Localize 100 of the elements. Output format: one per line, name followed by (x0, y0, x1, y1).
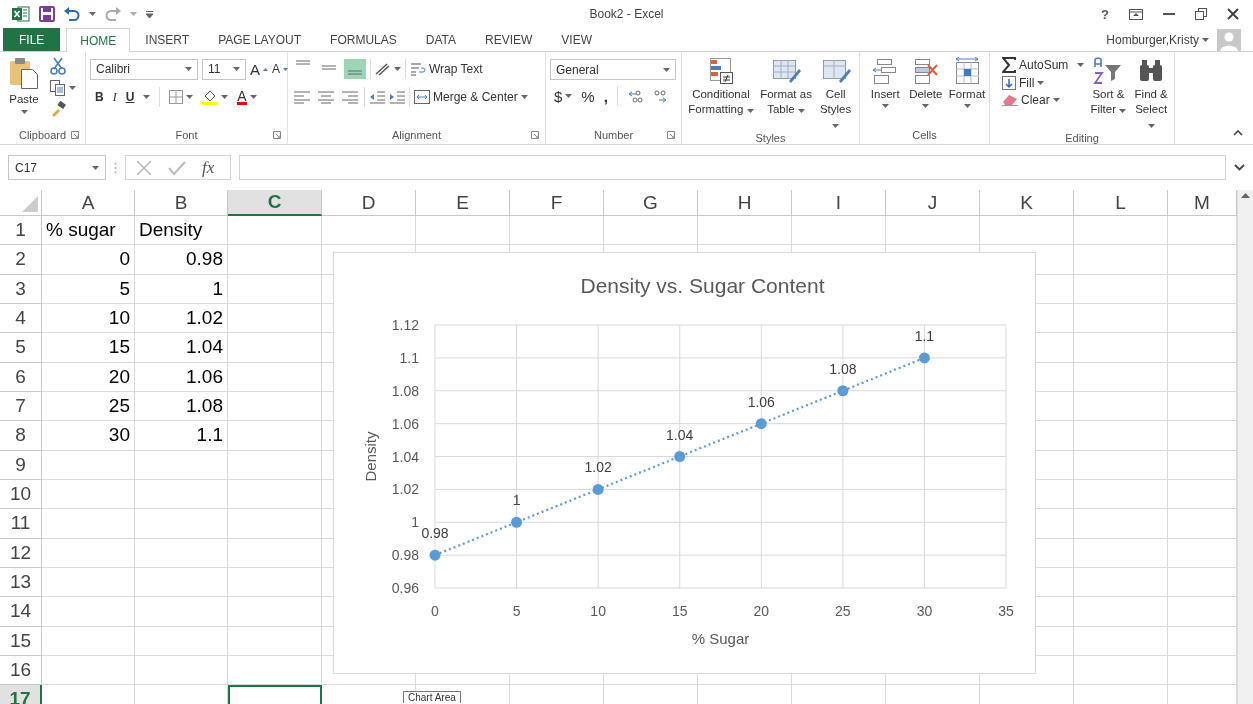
vertical-scrollbar[interactable] (1237, 190, 1253, 704)
close-icon[interactable] (1227, 8, 1239, 20)
collapse-ribbon-icon[interactable] (1233, 130, 1243, 136)
insert-button[interactable]: Insert (868, 57, 903, 126)
format-as-table-button[interactable]: Format as Table (759, 57, 813, 132)
fill-color-button[interactable] (202, 89, 229, 105)
account-button[interactable]: Homburger,Kristy (1106, 32, 1209, 47)
restore-icon[interactable] (1195, 8, 1207, 20)
check-icon[interactable] (168, 160, 186, 175)
cut-icon[interactable] (50, 57, 66, 75)
row-header[interactable]: 12 (0, 538, 42, 568)
data-point[interactable] (918, 352, 930, 364)
number-format-field[interactable]: General (550, 59, 676, 80)
find-select-button[interactable]: Find & Select (1132, 57, 1170, 132)
row-header[interactable]: 10 (0, 479, 42, 510)
column-header[interactable]: G (604, 190, 698, 216)
data-point[interactable] (837, 385, 849, 397)
column-header[interactable]: E (416, 190, 510, 216)
sort-filter-button[interactable]: Sort & Filter (1090, 57, 1127, 132)
row-header[interactable]: 4 (0, 304, 42, 334)
delete-button[interactable]: Delete (908, 57, 943, 126)
ribbon-tab[interactable]: HOME (66, 28, 131, 52)
expand-formula-bar-icon[interactable] (1234, 164, 1245, 171)
grow-font-button[interactable]: A (250, 60, 268, 78)
wrap-text-button[interactable]: Wrap Text (410, 62, 483, 76)
ribbon-tab[interactable]: FORMULAS (316, 28, 411, 51)
column-header[interactable]: B (135, 190, 228, 216)
column-header[interactable]: C (228, 190, 322, 216)
column-header[interactable]: K (980, 190, 1074, 216)
row-header[interactable]: 9 (0, 450, 42, 480)
autosum-button[interactable]: AutoSum (1002, 57, 1085, 73)
merge-center-button[interactable]: Merge & Center (414, 90, 528, 104)
borders-button[interactable] (169, 90, 194, 104)
row-header[interactable]: 5 (0, 333, 42, 363)
format-button[interactable]: Format (949, 57, 985, 126)
column-header[interactable]: H (698, 190, 792, 216)
column-header[interactable]: J (886, 190, 980, 216)
row-header[interactable]: 11 (0, 509, 42, 539)
ribbon-display-options-icon[interactable] (1129, 8, 1143, 20)
percent-button[interactable]: % (581, 87, 595, 105)
ribbon-tab[interactable]: INSERT (131, 28, 204, 51)
row-header[interactable]: 14 (0, 597, 42, 627)
bottom-align-icon[interactable] (344, 59, 366, 79)
column-header[interactable]: F (510, 190, 604, 216)
dialog-launcher-icon[interactable] (531, 131, 539, 139)
ribbon-tab[interactable]: REVIEW (471, 28, 547, 51)
paste-button[interactable]: Paste (4, 57, 44, 126)
row-header[interactable]: 7 (0, 391, 42, 422)
row-header[interactable]: 16 (0, 655, 42, 686)
data-point[interactable] (511, 516, 523, 528)
chart-area[interactable]: Density vs. Sugar Content 0.96 0.98 1 1.02 1.04 1.06 1.08 1.1 1.12 0 5 10 15 20 25 30 35 % Sugar Density 0.98 1 1.02 1.04 1.06 1.08 1.1 (333, 252, 1036, 674)
ribbon-tab[interactable]: VIEW (547, 28, 606, 51)
data-point[interactable] (592, 483, 604, 495)
data-point[interactable] (429, 549, 441, 561)
cancel-icon[interactable] (136, 159, 152, 176)
scroll-up-icon[interactable] (1241, 193, 1250, 198)
formula-input[interactable] (239, 155, 1226, 180)
font-color-button[interactable]: A (237, 89, 257, 105)
customize-toolbar-icon[interactable] (146, 10, 153, 18)
bold-button[interactable]: B (95, 90, 104, 104)
row-header[interactable]: 8 (0, 421, 42, 451)
data-point[interactable] (674, 451, 686, 462)
dialog-launcher-icon[interactable] (667, 131, 675, 139)
comma-button[interactable]: , (603, 87, 608, 105)
shrink-font-button[interactable]: A (272, 62, 289, 76)
row-header[interactable]: 2 (0, 245, 42, 275)
redo-icon[interactable] (105, 7, 121, 21)
save-icon[interactable] (39, 6, 55, 22)
align-left-icon[interactable] (292, 90, 312, 104)
column-header[interactable]: M (1168, 190, 1237, 216)
row-header[interactable]: 1 (0, 216, 42, 246)
column-header[interactable]: D (322, 190, 416, 216)
row-header[interactable]: 3 (0, 274, 42, 304)
conditional-formatting-button[interactable]: Conditional Formatting (686, 57, 756, 132)
align-right-icon[interactable] (340, 90, 360, 104)
column-header[interactable]: A (42, 190, 135, 216)
insert-function-button[interactable]: fx (202, 157, 215, 178)
ribbon-tab[interactable]: DATA (411, 28, 470, 51)
row-header[interactable]: 6 (0, 362, 42, 392)
decrease-decimal-icon[interactable] (651, 89, 668, 103)
font-name-field[interactable]: Calibri (90, 58, 198, 80)
row-header[interactable]: 15 (0, 626, 42, 656)
column-header[interactable]: L (1074, 190, 1168, 216)
italic-button[interactable]: I (112, 89, 117, 105)
currency-button[interactable]: $ (554, 87, 573, 105)
orientation-button[interactable] (375, 62, 401, 76)
decrease-indent-icon[interactable] (369, 90, 385, 104)
data-point[interactable] (755, 418, 767, 430)
help-button[interactable]: ? (1101, 6, 1109, 22)
name-box[interactable]: C17 (8, 155, 106, 180)
dialog-launcher-icon[interactable] (273, 131, 281, 139)
clear-button[interactable]: Clear (1002, 93, 1085, 107)
copy-button[interactable] (50, 80, 76, 96)
increase-indent-icon[interactable] (389, 90, 405, 104)
increase-decimal-icon[interactable] (626, 89, 643, 103)
drag-handle-icon[interactable] (114, 161, 117, 174)
font-size-field[interactable]: 11 (202, 58, 246, 80)
undo-icon[interactable] (64, 7, 80, 21)
file-tab[interactable]: FILE (3, 28, 61, 51)
ribbon-tab[interactable]: PAGE LAYOUT (204, 28, 316, 51)
